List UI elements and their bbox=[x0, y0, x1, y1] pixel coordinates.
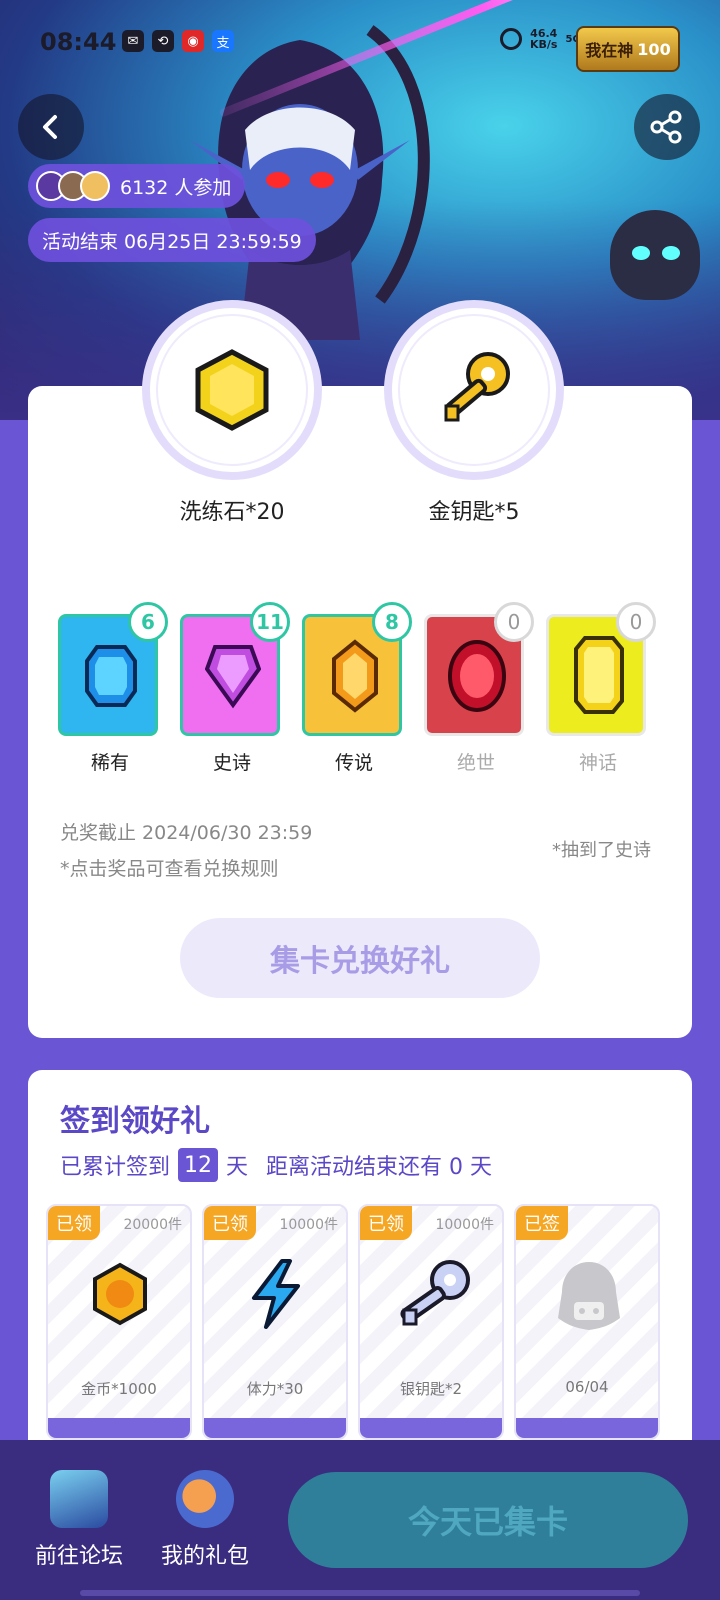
tile-reward-name: 金币*1000 bbox=[81, 1380, 157, 1398]
signin-tile[interactable]: 已签 06/04 bbox=[514, 1204, 660, 1440]
forum-label: 前往论坛 bbox=[34, 1544, 123, 1569]
blue-gem-icon bbox=[85, 645, 137, 707]
purple-gem-icon bbox=[205, 645, 261, 709]
tile-status-tag: 已签 bbox=[516, 1206, 568, 1240]
alipay-icon: 支 bbox=[212, 30, 234, 52]
game-logo-level: 100 bbox=[637, 39, 671, 59]
reward-label: 金钥匙*5 bbox=[428, 500, 520, 525]
participants-count: 6132 人参加 bbox=[120, 176, 232, 199]
reward-label: 洗练石*20 bbox=[179, 500, 285, 525]
lightning-icon bbox=[252, 1259, 300, 1329]
net-speed: 46.4 KB/s bbox=[530, 28, 557, 50]
back-button[interactable] bbox=[18, 94, 84, 160]
alarm-icon bbox=[500, 28, 522, 50]
event-end-pill: 活动结束 06月25日 23:59:59 bbox=[28, 218, 316, 262]
game-logo-text: 我在神 bbox=[585, 41, 634, 60]
reward-whetstone[interactable] bbox=[142, 300, 322, 480]
whetstone-icon bbox=[195, 349, 269, 431]
tile-footer bbox=[360, 1418, 502, 1438]
redeem-rules-note: *点击奖品可查看兑换规则 bbox=[60, 858, 279, 880]
exchange-gifts-button[interactable]: 集卡兑换好礼 bbox=[180, 918, 540, 998]
forum-link[interactable]: 前往论坛 bbox=[24, 1470, 134, 1570]
signin-tile[interactable]: 已领 20000件 金币*1000 bbox=[46, 1204, 192, 1440]
net-speed-unit: KB/s bbox=[530, 38, 558, 51]
gem-count-badge: 6 bbox=[128, 602, 168, 642]
tile-footer bbox=[48, 1418, 190, 1438]
gem-count-badge: 11 bbox=[250, 602, 290, 642]
gem-label: 稀有 bbox=[90, 752, 129, 774]
game-logo: 我在神 100 bbox=[576, 26, 680, 72]
signin-days-count: 12 bbox=[178, 1148, 219, 1182]
gem-label: 传说 bbox=[334, 752, 373, 774]
message-icon: ✉ bbox=[122, 30, 144, 52]
status-system-icons: 46.4 KB/s 5G bbox=[500, 28, 581, 50]
gem-label: 史诗 bbox=[212, 752, 251, 774]
gift-label: 我的礼包 bbox=[160, 1544, 249, 1569]
participants-pill: 6132 人参加 bbox=[28, 164, 246, 208]
chevron-left-icon bbox=[43, 115, 57, 139]
tile-footer bbox=[204, 1418, 346, 1438]
signin-tile[interactable]: 已领 10000件 体力*30 bbox=[202, 1204, 348, 1440]
signin-title: 签到领好礼 bbox=[60, 1104, 210, 1139]
gold-coin-icon bbox=[93, 1262, 147, 1326]
hero-banner: 08:44 ✉ ⟲ ◉ 支 46.4 KB/s 5G 我在神 100 bbox=[0, 0, 720, 420]
share-icon bbox=[650, 110, 682, 144]
signin-tile[interactable]: 已领 10000件 银钥匙*2 bbox=[358, 1204, 504, 1440]
hidden-reward-icon bbox=[558, 1262, 620, 1330]
skeleton-art bbox=[610, 210, 700, 300]
collect-card-button[interactable]: 今天已集卡 bbox=[288, 1472, 688, 1568]
share-button[interactable] bbox=[634, 94, 700, 160]
draw-result-note: *抽到了史诗 bbox=[552, 840, 651, 861]
gem-count-badge: 8 bbox=[372, 602, 412, 642]
tile-reward-name: 06/04 bbox=[565, 1378, 609, 1396]
tile-reward-name: 体力*30 bbox=[246, 1380, 304, 1398]
redeem-deadline: 兑奖截止 2024/06/30 23:59 bbox=[60, 822, 313, 844]
tile-footer bbox=[516, 1418, 658, 1438]
tile-status-tag: 已领 bbox=[360, 1206, 412, 1240]
yellow-gem-icon bbox=[574, 636, 624, 714]
participant-avatars bbox=[36, 171, 110, 201]
silver-key-icon bbox=[400, 1260, 470, 1326]
signin-progress: 已累计签到 12 天 距离活动结束还有 0 天 bbox=[60, 1148, 492, 1182]
avatar bbox=[80, 171, 110, 201]
forum-icon bbox=[50, 1470, 108, 1528]
tile-stock-count: 10000件 bbox=[435, 1217, 494, 1233]
bank-icon: ◉ bbox=[182, 30, 204, 52]
orange-gem-icon bbox=[332, 639, 378, 713]
gem-label: 绝世 bbox=[456, 752, 495, 774]
tile-reward-name: 银钥匙*2 bbox=[399, 1380, 463, 1398]
gem-count-badge: 0 bbox=[616, 602, 656, 642]
signin-remaining: 距离活动结束还有 0 天 bbox=[266, 1155, 493, 1180]
status-notification-icons: ✉ ⟲ ◉ 支 bbox=[122, 30, 234, 52]
tile-status-tag: 已领 bbox=[204, 1206, 256, 1240]
gold-key-icon bbox=[444, 352, 510, 422]
my-gifts-link[interactable]: 我的礼包 bbox=[150, 1470, 260, 1570]
status-time: 08:44 bbox=[40, 28, 117, 56]
gift-bag-icon bbox=[176, 1470, 234, 1528]
tile-stock-count: 20000件 bbox=[123, 1217, 182, 1233]
gem-count-badge: 0 bbox=[494, 602, 534, 642]
tile-status-tag: 已领 bbox=[48, 1206, 100, 1240]
reward-gold-key[interactable] bbox=[384, 300, 564, 480]
home-indicator bbox=[80, 1590, 640, 1596]
signin-prefix: 已累计签到 bbox=[60, 1155, 171, 1180]
gem-label: 神话 bbox=[578, 752, 617, 774]
event-end-time: 活动结束 06月25日 23:59:59 bbox=[42, 230, 302, 253]
sync-icon: ⟲ bbox=[152, 30, 174, 52]
tile-stock-count: 10000件 bbox=[279, 1217, 338, 1233]
signin-unit: 天 bbox=[226, 1155, 249, 1180]
red-gem-icon bbox=[448, 640, 506, 712]
status-bar: 08:44 ✉ ⟲ ◉ 支 46.4 KB/s 5G 我在神 100 bbox=[0, 0, 720, 80]
